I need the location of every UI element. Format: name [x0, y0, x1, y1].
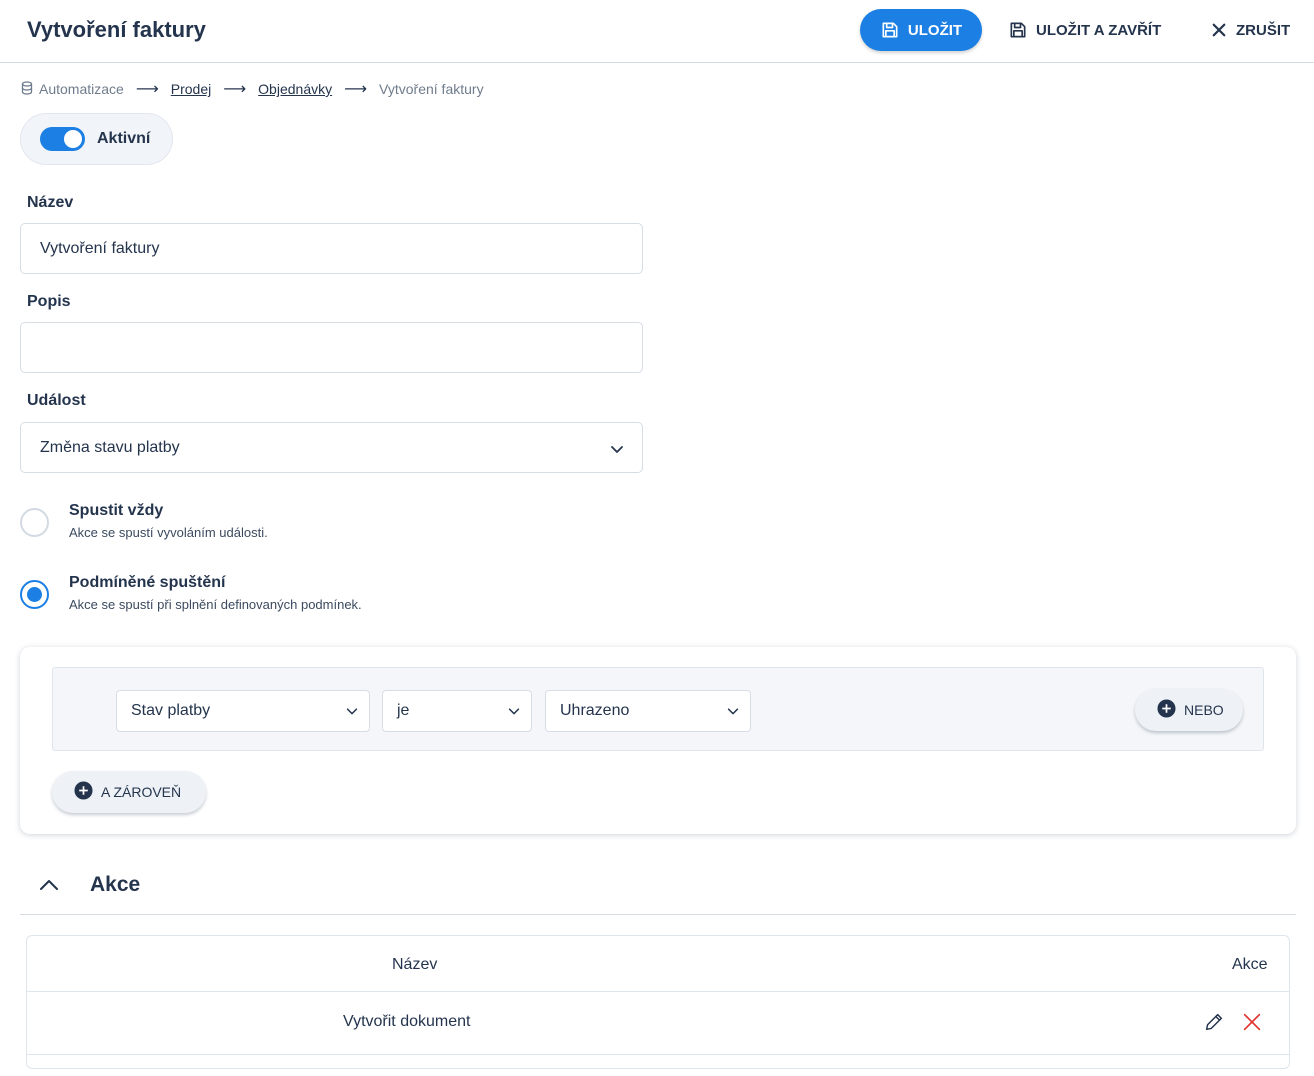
- breadcrumb-item-automatizace: Automatizace: [21, 80, 124, 98]
- chevron-down-icon: [345, 704, 359, 723]
- conditional-run-desc: Akce se spustí při splnění definovaných …: [69, 597, 362, 612]
- save-and-close-button[interactable]: ULOŽIT A ZAVŘÍT: [1008, 9, 1161, 51]
- arrow-right-icon: ⟶: [344, 81, 368, 98]
- condition-value-value: Uhrazeno: [560, 702, 630, 719]
- event-select-value: Změna stavu platby: [40, 438, 180, 456]
- save-and-close-label: ULOŽIT A ZAVŘÍT: [1036, 21, 1162, 39]
- chevron-down-icon: [609, 441, 625, 462]
- save-icon: [1008, 20, 1028, 40]
- name-field[interactable]: Vytvoření faktury: [20, 223, 643, 274]
- add-and-label: A ZÁROVEŇ: [101, 784, 182, 800]
- run-always-option[interactable]: Spustit vždy Akce se spustí vyvoláním ud…: [20, 501, 268, 540]
- description-field[interactable]: [20, 322, 643, 373]
- run-always-radio[interactable]: [20, 508, 49, 537]
- column-header-name: Název: [392, 956, 438, 973]
- add-or-button[interactable]: NEBO: [1135, 689, 1243, 731]
- condition-field-value: Stav platby: [131, 702, 211, 719]
- plus-circle-icon: [1157, 699, 1176, 721]
- close-icon: [1210, 21, 1228, 39]
- save-button[interactable]: ULOŽIT: [860, 9, 982, 51]
- conditions-card: Stav platby je Uhrazeno NEBO A ZÁROVEŇ: [20, 647, 1296, 834]
- row-name: Vytvořit dokument: [343, 1013, 471, 1030]
- name-label: Název: [27, 194, 74, 211]
- conditional-run-title: Podmíněné spuštění: [69, 574, 226, 591]
- description-label: Popis: [27, 293, 71, 310]
- page-title: Vytvoření faktury: [27, 17, 206, 42]
- run-always-title: Spustit vždy: [69, 502, 164, 519]
- name-field-value: Vytvoření faktury: [40, 239, 160, 257]
- condition-operator-select[interactable]: je: [382, 690, 532, 732]
- active-toggle[interactable]: [40, 127, 85, 151]
- chevron-down-icon: [507, 704, 521, 723]
- database-icon: [21, 80, 33, 98]
- save-button-label: ULOŽIT: [907, 21, 963, 39]
- cancel-button[interactable]: ZRUŠIT: [1210, 9, 1290, 51]
- add-or-label: NEBO: [1184, 702, 1224, 718]
- event-select[interactable]: Změna stavu platby: [20, 422, 643, 473]
- arrow-right-icon: ⟶: [223, 81, 247, 98]
- condition-field-select[interactable]: Stav platby: [116, 690, 370, 732]
- top-bar: Vytvoření faktury ULOŽIT ULOŽIT A ZAVŘÍT…: [0, 0, 1314, 63]
- condition-group: Stav platby je Uhrazeno NEBO: [52, 667, 1264, 751]
- condition-value-select[interactable]: Uhrazeno: [545, 690, 751, 732]
- breadcrumb: Automatizace ⟶ Prodej ⟶ Objednávky ⟶ Vyt…: [21, 79, 484, 99]
- divider: [27, 991, 1289, 992]
- divider: [27, 1054, 1289, 1055]
- edit-pencil-icon[interactable]: [1203, 1011, 1225, 1038]
- run-always-desc: Akce se spustí vyvoláním události.: [69, 525, 268, 540]
- save-icon: [880, 20, 900, 40]
- toggle-knob: [64, 130, 82, 148]
- actions-section-header: Akce: [20, 862, 1296, 915]
- conditional-run-radio[interactable]: [20, 580, 49, 609]
- plus-circle-icon: [74, 781, 93, 803]
- chevron-up-icon[interactable]: [38, 874, 60, 901]
- add-and-button[interactable]: A ZÁROVEŇ: [52, 771, 206, 813]
- event-label: Událost: [27, 392, 86, 409]
- cancel-label: ZRUŠIT: [1236, 21, 1291, 39]
- breadcrumb-link-objednavky[interactable]: Objednávky: [258, 81, 332, 97]
- breadcrumb-link-prodej[interactable]: Prodej: [171, 81, 211, 97]
- condition-operator-value: je: [397, 702, 410, 719]
- actions-table: Název Akce Vytvořit dokument: [26, 935, 1290, 1069]
- arrow-right-icon: ⟶: [135, 81, 159, 98]
- actions-section-title: Akce: [90, 873, 141, 896]
- active-toggle-label: Aktivní: [97, 130, 151, 147]
- delete-x-icon[interactable]: [1241, 1011, 1263, 1038]
- active-toggle-container: Aktivní: [20, 113, 173, 165]
- column-header-actions: Akce: [1232, 956, 1268, 973]
- breadcrumb-current: Vytvoření faktury: [379, 81, 484, 97]
- conditional-run-option[interactable]: Podmíněné spuštění Akce se spustí při sp…: [20, 573, 362, 612]
- chevron-down-icon: [726, 704, 740, 723]
